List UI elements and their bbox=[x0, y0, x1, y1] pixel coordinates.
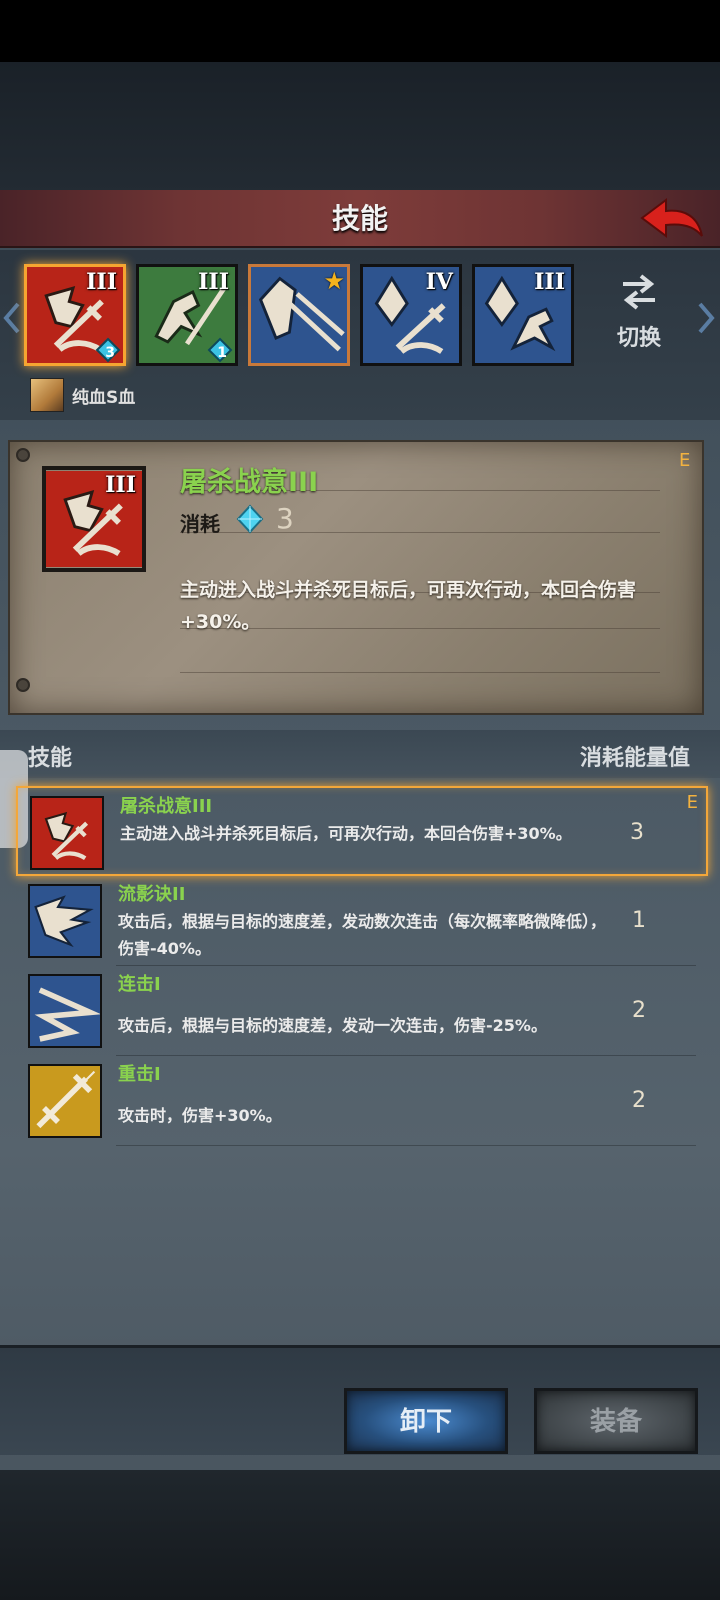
cost-label: 消耗 bbox=[180, 512, 220, 536]
skill-rank: IV bbox=[425, 269, 453, 295]
switch-label: 切换 bbox=[616, 326, 661, 351]
swap-arrows-icon bbox=[623, 274, 655, 310]
skill-cost: 1 bbox=[632, 908, 646, 933]
unequip-button[interactable]: 卸下 bbox=[344, 1388, 508, 1454]
gem-badge: 1 bbox=[205, 337, 235, 363]
detail-description: 主动进入战斗并杀死目标后，可再次行动，本回合伤害+30%。 bbox=[180, 579, 637, 633]
skill-cost: 2 bbox=[632, 998, 646, 1023]
status-bar bbox=[0, 0, 720, 62]
equip-button[interactable]: 装备 bbox=[534, 1388, 698, 1454]
skill-icon bbox=[28, 1064, 102, 1138]
skill-description: 主动进入战斗并杀死目标后，可再次行动，本回合伤害+30%。 bbox=[120, 824, 572, 843]
bolt-icon bbox=[16, 448, 30, 462]
skill-slot-4[interactable]: IV bbox=[360, 264, 462, 366]
fist-sword-icon bbox=[32, 798, 102, 868]
red-back-arrow-icon bbox=[640, 198, 703, 238]
divider bbox=[180, 672, 660, 673]
skill-grade: E bbox=[686, 792, 698, 813]
skill-cost: 3 bbox=[630, 820, 644, 845]
detail-skill-name: 屠杀战意III bbox=[180, 467, 319, 498]
skill-icon bbox=[30, 796, 104, 870]
skill-rank: III bbox=[86, 269, 117, 295]
shadow-blade-icon bbox=[30, 886, 100, 956]
list-header-cost: 消耗能量值 bbox=[579, 746, 690, 771]
diamond-icon bbox=[236, 504, 264, 534]
list-header-skill: 技能 bbox=[28, 746, 73, 771]
skill-name: 重击I bbox=[118, 1064, 161, 1085]
skill-description: 攻击后，根据与目标的速度差，发动一次连击，伤害-25%。 bbox=[118, 1016, 547, 1035]
title-bar: 技能 bbox=[0, 190, 720, 248]
back-button[interactable] bbox=[636, 194, 706, 244]
skill-name: 连击I bbox=[118, 974, 161, 995]
chevron-left-icon[interactable] bbox=[2, 300, 22, 336]
skill-icon bbox=[28, 884, 102, 958]
skill-list-item[interactable]: 连击I 攻击后，根据与目标的速度差，发动一次连击，伤害-25%。 2 bbox=[16, 966, 708, 1056]
switch-button[interactable]: 切换 bbox=[604, 272, 674, 362]
skill-icon bbox=[28, 974, 102, 1048]
page-title: 技能 bbox=[331, 202, 388, 235]
skill-name: 流影诀II bbox=[118, 884, 186, 905]
skill-cost: 2 bbox=[632, 1088, 646, 1113]
hero-tag: 纯血S血 bbox=[30, 378, 135, 412]
gem-count: 3 bbox=[105, 345, 115, 361]
skill-rank: III bbox=[534, 269, 565, 295]
skill-slot-5[interactable]: III bbox=[472, 264, 574, 366]
skill-slot-1[interactable]: III 3 bbox=[24, 264, 126, 366]
divider bbox=[116, 1145, 696, 1146]
skill-description: 攻击时，伤害+30%。 bbox=[118, 1106, 282, 1125]
skill-rank: III bbox=[198, 269, 229, 295]
skill-list-item[interactable]: 流影诀II 攻击后，根据与目标的速度差，发动数次连击（每次概率略微降低），伤害-… bbox=[16, 876, 708, 966]
detail-skill-icon: III bbox=[42, 466, 146, 572]
skill-list-item[interactable]: 重击I 攻击时，伤害+30%。 2 bbox=[16, 1056, 708, 1146]
gem-count: 1 bbox=[217, 345, 227, 361]
detail-grade: E bbox=[679, 450, 691, 471]
hero-avatar bbox=[30, 378, 64, 412]
skill-description: 攻击后，根据与目标的速度差，发动数次连击（每次概率略微降低），伤害-40%。 bbox=[118, 912, 607, 958]
skill-slot-3[interactable]: ★ bbox=[248, 264, 350, 366]
bolt-icon bbox=[16, 678, 30, 692]
cost-value: 3 bbox=[276, 502, 294, 535]
gem-badge: 3 bbox=[93, 337, 123, 363]
hero-label: 纯血S血 bbox=[72, 387, 136, 408]
top-background bbox=[0, 62, 720, 192]
skill-slot-2[interactable]: III 1 bbox=[136, 264, 238, 366]
star-icon: ★ bbox=[323, 267, 345, 295]
skill-list-item[interactable]: 屠杀战意III 主动进入战斗并杀死目标后，可再次行动，本回合伤害+30%。 3 … bbox=[16, 786, 708, 876]
bottom-background bbox=[0, 1470, 720, 1600]
heavy-strike-icon bbox=[30, 1066, 100, 1136]
double-strike-icon bbox=[30, 976, 100, 1046]
chevron-right-icon[interactable] bbox=[696, 300, 716, 336]
skill-rank: III bbox=[105, 472, 136, 498]
skill-name: 屠杀战意III bbox=[120, 796, 213, 817]
